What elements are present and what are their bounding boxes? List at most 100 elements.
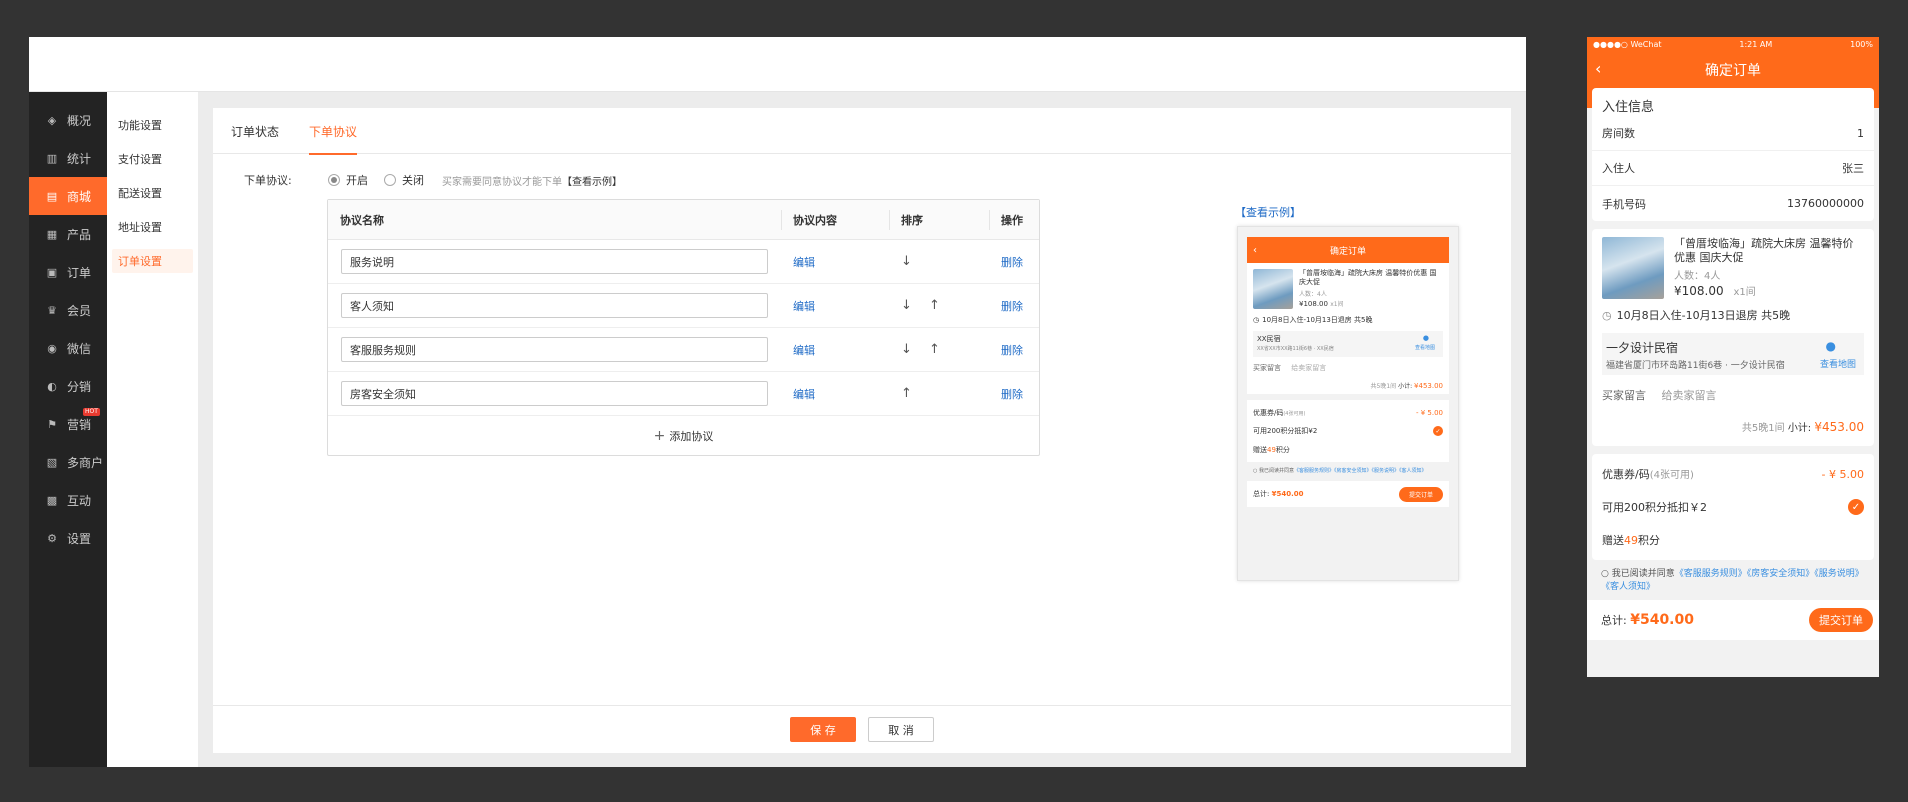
table-row: 服务说明 编辑 ↓ 删除 (328, 240, 1039, 284)
radio-off[interactable] (384, 174, 396, 186)
mini-bonus-prefix: 赠送 (1253, 445, 1267, 454)
discount-card: 优惠券/码(4张可用) - ¥ 5.00 可用200积分抵扣￥2 ✓ 赠送 49 积分 (1592, 454, 1874, 560)
move-down-icon[interactable]: ↓ (901, 254, 912, 269)
agreement-name-input[interactable]: 房客安全须知 (341, 381, 768, 406)
mini-dates: 10月8日入住-10月13日退房 共5晚 (1262, 316, 1373, 324)
move-down-icon[interactable]: ↓ (901, 342, 912, 357)
edit-link[interactable]: 编辑 (793, 386, 815, 402)
sidebar-item-stats[interactable]: ▥ 统计 (29, 139, 107, 177)
sidebar-item-label: 互动 (67, 493, 92, 508)
move-up-icon[interactable]: ↑ (901, 386, 912, 401)
save-button[interactable]: 保 存 (790, 717, 856, 742)
agreement-name-input[interactable]: 客服服务规则 (341, 337, 768, 362)
sidebar-item-orders[interactable]: ▣ 订单 (29, 253, 107, 291)
subnav-item-address[interactable]: 地址设置 (107, 210, 198, 244)
users-icon: ◐ (47, 379, 57, 393)
agreement-name-input[interactable]: 服务说明 (341, 249, 768, 274)
sidebar-item-wechat[interactable]: ◉ 微信 (29, 329, 107, 367)
agreement-name-input[interactable]: 客人须知 (341, 293, 768, 318)
sidebar-item-distribution[interactable]: ◐ 分销 (29, 367, 107, 405)
phone-number-label: 手机号码 (1602, 197, 1646, 211)
subnav-item-order[interactable]: 订单设置 (112, 249, 193, 273)
coupon-label: 优惠券/码 (1602, 468, 1650, 481)
subtotal-prefix: 共5晚1间 (1741, 423, 1785, 434)
edit-link[interactable]: 编辑 (793, 298, 815, 314)
delete-link[interactable]: 删除 (1001, 298, 1023, 314)
subnav-item-payment[interactable]: 支付设置 (107, 142, 198, 176)
sidebar-item-multi-merchant[interactable]: ▧ 多商户 (29, 443, 107, 481)
table-row: 客服服务规则 编辑 ↓ ↑ 删除 (328, 328, 1039, 372)
back-arrow-icon[interactable]: ‹ (1595, 59, 1601, 78)
add-agreement-button[interactable]: + 添加协议 (328, 416, 1039, 456)
tab-order-agreement[interactable]: 下单协议 (309, 108, 358, 155)
room-thumbnail (1602, 237, 1664, 299)
move-up-icon[interactable]: ↑ (929, 298, 940, 313)
cancel-button[interactable]: 取 消 (868, 717, 934, 742)
move-up-icon[interactable]: ↑ (929, 342, 940, 357)
mini-map-link[interactable]: 查看地图 (1415, 344, 1435, 351)
radio-icon[interactable]: ○ (1253, 468, 1257, 474)
check-icon[interactable]: ✓ (1848, 499, 1864, 515)
header-action: 操作 (1001, 213, 1023, 227)
delete-link[interactable]: 删除 (1001, 386, 1023, 402)
sidebar-item-members[interactable]: ♛ 会员 (29, 291, 107, 329)
radio-on-label[interactable]: 开启 (346, 172, 368, 188)
tab-order-status[interactable]: 订单状态 (231, 108, 279, 154)
sidebar-item-label: 微信 (67, 341, 92, 356)
column-divider (989, 210, 990, 230)
edit-link[interactable]: 编辑 (793, 342, 815, 358)
submit-order-button[interactable]: 提交订单 (1809, 608, 1873, 632)
bonus-prefix: 赠送 (1602, 534, 1624, 547)
agree-prefix: 我已阅读并同意 (1611, 569, 1675, 579)
check-icon[interactable]: ✓ (1433, 426, 1443, 436)
phone-number-row: 手机号码 13760000000 (1592, 186, 1874, 221)
edit-link[interactable]: 编辑 (793, 254, 815, 270)
place-box[interactable]: 一夕设计民宿 福建省厦门市环岛路11街6巷 · 一夕设计民宿 ● 查看地图 (1602, 333, 1864, 375)
mini-total-bar: 总计: ¥540.00 提交订单 (1247, 481, 1449, 507)
shop-icon: ▤ (46, 189, 58, 203)
plus-icon: + (653, 428, 666, 444)
mini-bonus-suffix: 积分 (1275, 445, 1290, 454)
grid-icon: ▦ (46, 227, 58, 241)
sidebar-item-marketing[interactable]: ⚑ 营销 HOT (29, 405, 107, 443)
mini-subtotal: ¥453.00 (1414, 382, 1443, 390)
sub-navigation: 功能设置 支付设置 配送设置 地址设置 订单设置 (107, 92, 198, 767)
header-name: 协议名称 (340, 213, 384, 227)
stay-dates: 10月8日入住-10月13日退房 共5晚 (1616, 309, 1791, 322)
bonus-suffix: 积分 (1638, 534, 1660, 547)
sidebar-item-settings[interactable]: ⚙ 设置 (29, 519, 107, 557)
sidebar-item-mall[interactable]: ▤ 商城 (29, 177, 107, 215)
map-pin-icon: ● (1825, 339, 1836, 353)
guest-value[interactable]: 张三 (1842, 160, 1864, 176)
delete-link[interactable]: 删除 (1001, 342, 1023, 358)
rooms-value[interactable]: 1 (1857, 127, 1864, 140)
delete-link[interactable]: 删除 (1001, 254, 1023, 270)
view-map-link[interactable]: 查看地图 (1820, 357, 1856, 370)
radio-icon[interactable]: ○ (1601, 569, 1609, 579)
hotel-name: 「曾厝垵临海」疏院大床房 温馨特价优惠 国庆大促 (1674, 237, 1854, 264)
carrier-label: ●●●●○ WeChat (1593, 39, 1662, 49)
checkin-card: 入住信息 房间数 1 入住人 张三 手机号码 13760000000 (1592, 88, 1874, 221)
coupon-value[interactable]: - ¥ 5.00 (1822, 468, 1864, 481)
mini-hotel-name: 「曾厝垵临海」疏院大床房 温馨特价优惠 国庆大促 (1299, 269, 1437, 286)
buyer-message-input[interactable]: 给卖家留言 (1662, 389, 1717, 402)
sidebar-item-products[interactable]: ▦ 产品 (29, 215, 107, 253)
mini-coupon-value[interactable]: - ¥ 5.00 (1416, 409, 1443, 417)
battery-label: 100% (1850, 39, 1873, 49)
mini-agree-links[interactable]: 《客服服务规则》《房客安全须知》《服务说明》《客人须知》 (1294, 468, 1427, 474)
sidebar-item-overview[interactable]: ◈ 概况 (29, 101, 107, 139)
mini-msg-input[interactable]: 给卖家留言 (1291, 364, 1326, 372)
subnav-item-delivery[interactable]: 配送设置 (107, 176, 198, 210)
move-down-icon[interactable]: ↓ (901, 298, 912, 313)
subnav-item-function[interactable]: 功能设置 (107, 108, 198, 142)
view-example-link[interactable]: 【查看示例】 (562, 173, 622, 188)
phone-number-value[interactable]: 13760000000 (1787, 197, 1864, 210)
radio-off-label[interactable]: 关闭 (402, 172, 424, 188)
radio-on[interactable] (328, 174, 340, 186)
sidebar-item-label: 多商户 (67, 455, 104, 470)
room-thumbnail (1253, 269, 1293, 309)
agreement-hint: 买家需要同意协议才能下单 (442, 176, 562, 188)
mini-submit-button[interactable]: 提交订单 (1399, 486, 1443, 502)
example-title[interactable]: 【查看示例】 (1235, 204, 1301, 220)
sidebar-item-interaction[interactable]: ▩ 互动 (29, 481, 107, 519)
